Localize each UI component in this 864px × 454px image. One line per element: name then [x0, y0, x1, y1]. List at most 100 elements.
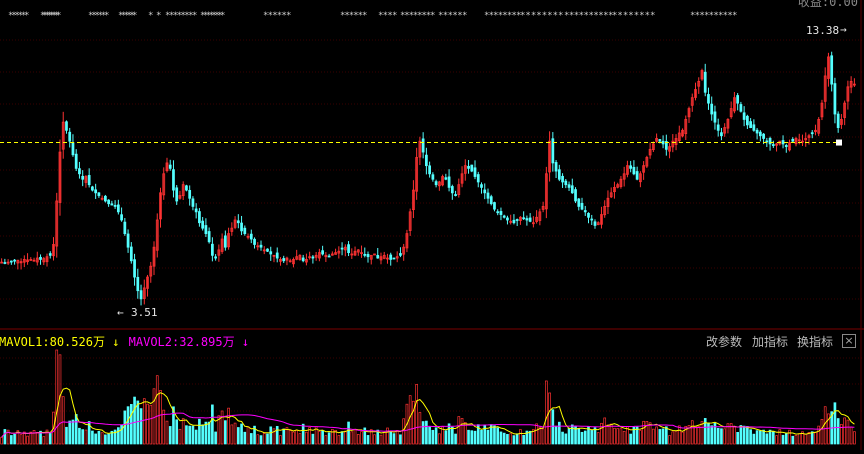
close-panel-button[interactable]: × [842, 334, 856, 348]
volume-bar [843, 417, 846, 445]
candle-body [431, 174, 435, 180]
candle-body [172, 169, 175, 191]
candle-body [499, 211, 503, 215]
volume-bar [548, 392, 551, 445]
candle-body [703, 71, 707, 93]
volume-bar [425, 420, 428, 445]
volume-bar [648, 422, 652, 445]
volume-bar [117, 427, 120, 445]
candle-body [9, 260, 13, 263]
volume-bar [123, 410, 127, 445]
volume-bar [797, 433, 801, 445]
candle-body [567, 184, 571, 188]
volume-bar [259, 435, 263, 445]
volume-bar [165, 420, 169, 445]
candle-body [716, 124, 720, 131]
volume-bar [408, 395, 412, 445]
candle-body [421, 138, 425, 153]
volume-bar [849, 426, 853, 445]
volume-bar [486, 429, 490, 445]
volume-bar [749, 429, 752, 445]
candle-body [480, 184, 483, 188]
volume-bar [129, 404, 133, 445]
candle-body [483, 189, 487, 194]
add-indicator-button[interactable]: 加指标 [752, 333, 788, 350]
volume-bar [337, 435, 341, 445]
volume-bar [61, 396, 65, 445]
volume-bar [0, 436, 3, 445]
volume-indicator-bar: MAVOL1:80.526万 ↓ MAVOL2:32.895万 ↓ [0, 335, 250, 349]
volume-bar [515, 433, 519, 445]
volume-bar [493, 425, 496, 445]
candle-body [207, 231, 211, 243]
candle-body [593, 221, 597, 226]
candle-body [493, 202, 496, 210]
volume-bar [126, 406, 130, 445]
candle-body [428, 165, 431, 175]
volume-bar [230, 424, 234, 445]
volume-bar [622, 430, 626, 445]
candle-body [175, 187, 179, 202]
candle-body [752, 124, 756, 131]
volume-bar [619, 428, 623, 445]
volume-bar [509, 433, 513, 445]
candle-body [104, 195, 107, 202]
volume-bar [752, 433, 756, 445]
candle-body [577, 198, 581, 207]
volume-bar [457, 416, 461, 445]
volume-bar [269, 426, 273, 445]
candle-body [113, 204, 117, 207]
candle-body [301, 257, 305, 262]
volume-bar [207, 421, 211, 445]
candle-body [13, 259, 16, 262]
candle-body [282, 258, 286, 262]
volume-bar [104, 434, 107, 445]
volume-bar [470, 430, 474, 445]
candle-body [486, 192, 490, 199]
volume-bar [35, 432, 39, 445]
volume-bar [399, 434, 402, 445]
volume-bar [81, 429, 85, 445]
candle-body [736, 95, 740, 104]
volume-bar [240, 423, 243, 445]
volume-bar [823, 406, 827, 445]
candle-body [528, 217, 532, 222]
volume-bar [765, 433, 769, 445]
event-marker-icon: * [132, 11, 137, 21]
candle-body [758, 131, 762, 137]
switch-indicator-button[interactable]: 换指标 [797, 333, 833, 350]
volume-bar [262, 433, 266, 445]
candle-body [720, 132, 723, 137]
volume-bar [742, 425, 746, 445]
candle-body [635, 171, 639, 180]
candle-body [496, 211, 500, 214]
volume-bar [347, 421, 350, 445]
candle-body [139, 290, 143, 300]
candle-body [590, 218, 594, 221]
volume-bar [292, 431, 295, 445]
volume-bar [55, 349, 59, 445]
candle-body [742, 112, 746, 120]
volume-bar [781, 434, 785, 445]
event-marker-icon: * [156, 11, 161, 21]
volume-bar [733, 426, 736, 445]
volume-bar [340, 431, 344, 445]
candle-body [327, 255, 331, 258]
candle-body [425, 154, 428, 167]
candle-body [658, 139, 662, 142]
volume-bar [564, 433, 568, 445]
candle-body [755, 129, 759, 134]
volume-bar [379, 434, 383, 445]
volume-bar [227, 407, 230, 445]
candle-body [791, 138, 795, 142]
volume-bar [402, 418, 406, 445]
volume-bar [450, 426, 454, 445]
modify-params-button[interactable]: 改参数 [706, 333, 742, 350]
event-marker-icon: * [24, 11, 29, 21]
volume-bar [428, 426, 431, 445]
candle-body [211, 243, 214, 256]
event-marker-icon: * [430, 11, 435, 21]
volume-bar [846, 419, 850, 445]
candle-body [110, 203, 114, 206]
volume-bar [233, 422, 237, 445]
